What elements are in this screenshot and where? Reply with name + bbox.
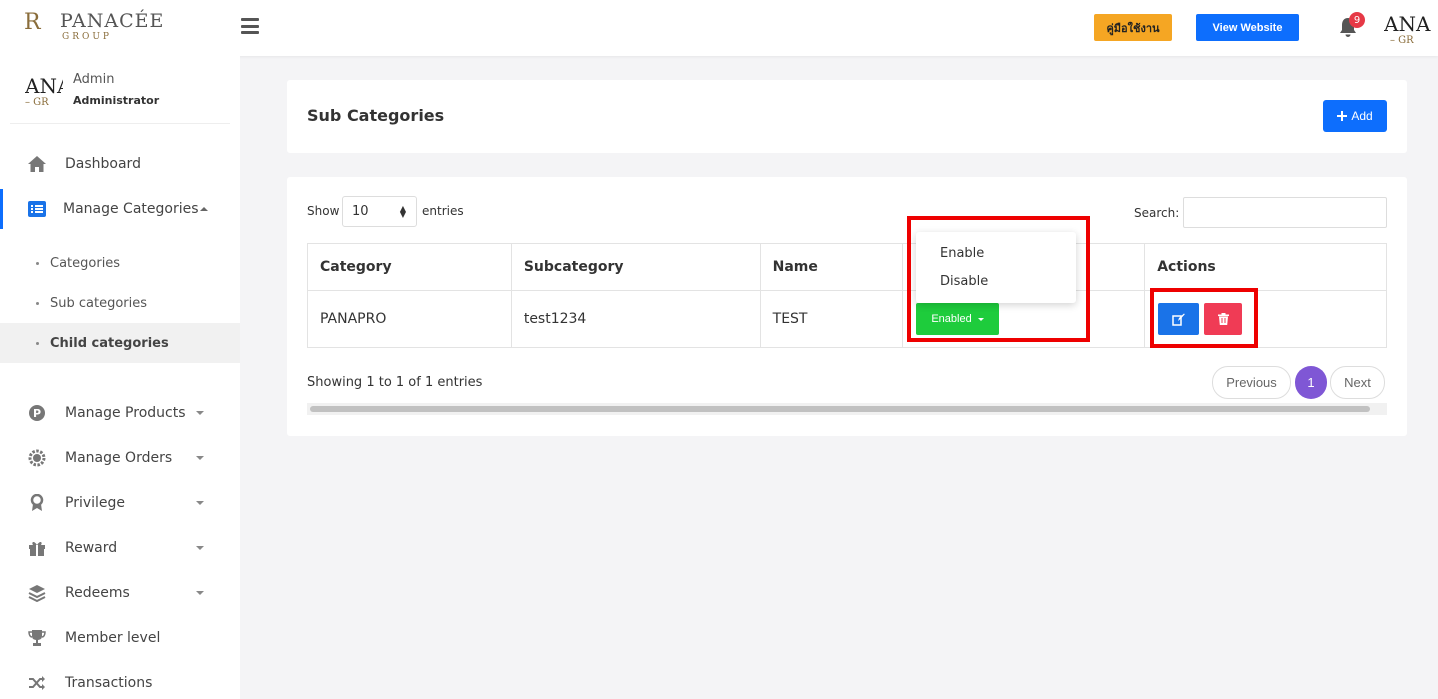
sidebar-item-label: Manage Products: [65, 405, 186, 421]
layers-icon: [27, 584, 47, 602]
column-header-actions[interactable]: Actions: [1144, 243, 1387, 291]
sidebar-subitem-sub-categories[interactable]: Sub categories: [0, 283, 240, 323]
sidebar-subitem-label: Sub categories: [50, 295, 148, 311]
home-icon: [27, 155, 47, 173]
sidebar-item-privilege[interactable]: Privilege: [0, 483, 240, 523]
user-profile: ANA – GR Admin Administrator: [10, 56, 230, 124]
plus-icon: [1337, 111, 1348, 121]
sidebar-item-label: Reward: [65, 540, 118, 556]
svg-text:P: P: [33, 407, 41, 420]
show-label: Show: [307, 204, 340, 218]
sidebar-subitem-categories[interactable]: Categories: [0, 243, 240, 283]
sidebar-item-reward[interactable]: Reward: [0, 528, 240, 568]
sidebar-item-label: Redeems: [65, 585, 130, 601]
pagination-next-button[interactable]: Next: [1330, 366, 1385, 399]
add-button[interactable]: Add: [1323, 100, 1387, 132]
brand-logo[interactable]: R PANACÉE GROUP: [24, 8, 164, 48]
up-down-icon: ▲ ▼: [399, 204, 406, 219]
search-input[interactable]: [1183, 197, 1387, 228]
avatar-sub-text: – GR: [25, 97, 49, 108]
avatar: ANA – GR: [25, 74, 63, 110]
manual-button[interactable]: คู่มือใช้งาน: [1094, 14, 1172, 41]
gift-icon: [27, 539, 47, 557]
sidebar: ANA – GR Admin Administrator Dashboard M…: [0, 56, 240, 699]
sidebar-item-transactions[interactable]: Transactions: [0, 663, 240, 699]
bullet: [36, 301, 39, 305]
horizontal-scrollbar[interactable]: [307, 403, 1387, 415]
add-button-label: Add: [1351, 109, 1373, 123]
chevron-down-icon: [196, 591, 204, 595]
sidebar-item-label: Privilege: [65, 495, 126, 511]
sidebar-subitem-label: Categories: [50, 255, 121, 271]
sidebar-item-label: Dashboard: [65, 156, 141, 172]
chevron-up-icon: [200, 207, 208, 211]
award-icon: [27, 494, 47, 512]
highlight-box-actions: [1150, 288, 1258, 348]
chevron-down-icon: [196, 456, 204, 460]
sidebar-item-dashboard[interactable]: Dashboard: [0, 144, 240, 184]
sidebar-item-label: Transactions: [65, 675, 153, 691]
view-website-button[interactable]: View Website: [1196, 14, 1299, 41]
sidebar-item-label: Manage Categories: [63, 201, 199, 217]
cell-subcategory: test1234: [510, 290, 761, 348]
chevron-down-icon: [196, 501, 204, 505]
bell-icon[interactable]: 9: [1338, 12, 1365, 38]
avatar-text: ANA: [1384, 12, 1431, 36]
sidebar-item-manage-orders[interactable]: Manage Orders: [0, 438, 240, 478]
sidebar-item-manage-products[interactable]: P Manage Products: [0, 393, 240, 433]
list-icon: [27, 200, 47, 218]
page-header-card: Sub Categories Add: [287, 80, 1407, 153]
chevron-down-icon: [196, 411, 204, 415]
menu-toggle-icon[interactable]: [241, 18, 259, 34]
column-header-name[interactable]: Name: [759, 243, 903, 291]
cell-name: TEST: [759, 290, 903, 348]
sidebar-item-label: Member level: [65, 630, 161, 646]
logo-monogram: R: [24, 10, 41, 35]
page-title: Sub Categories: [307, 106, 445, 125]
column-header-category[interactable]: Category: [307, 243, 512, 291]
sidebar-item-member-level[interactable]: Member level: [0, 618, 240, 658]
table-info: Showing 1 to 1 of 1 entries: [307, 375, 483, 390]
table-card: Show 10 ▲ ▼ entries Search: Category Subc…: [287, 177, 1407, 436]
top-bar: R PANACÉE GROUP คู่มือใช้งาน View Websit…: [0, 0, 1438, 56]
shuffle-icon: [27, 674, 47, 692]
sidebar-item-manage-categories[interactable]: Manage Categories: [0, 189, 240, 229]
bullet: [36, 341, 39, 345]
entries-select[interactable]: 10 ▲ ▼: [342, 196, 417, 227]
scrollbar-thumb[interactable]: [310, 406, 1370, 412]
sidebar-item-label: Manage Orders: [65, 450, 173, 466]
chevron-down-icon: [196, 546, 204, 550]
column-header-subcategory[interactable]: Subcategory: [510, 243, 761, 291]
bullet: [36, 261, 39, 265]
table-header-row: Category Subcategory Name Actions: [307, 243, 1387, 291]
trophy-icon: [27, 629, 47, 647]
sidebar-subitem-child-categories[interactable]: Child categories: [0, 323, 240, 363]
sidebar-subitem-label: Child categories: [50, 335, 169, 351]
user-role: Administrator: [73, 94, 160, 107]
p-circle-icon: P: [27, 404, 47, 422]
entries-label: entries: [422, 204, 464, 218]
avatar-text: ANA: [25, 74, 63, 98]
sidebar-item-redeems[interactable]: Redeems: [0, 573, 240, 613]
logo-sub-text: GROUP: [62, 32, 112, 42]
search-label: Search:: [1134, 206, 1180, 220]
gear-badge-icon: [27, 449, 47, 467]
notification-badge: 9: [1349, 12, 1365, 28]
entries-select-value: 10: [352, 204, 369, 219]
pagination-previous-button[interactable]: Previous: [1212, 366, 1291, 399]
pagination-page-1[interactable]: 1: [1295, 366, 1327, 399]
avatar-sub-text: – GR: [1390, 35, 1414, 46]
highlight-box-status: [907, 216, 1090, 342]
cell-category: PANAPRO: [307, 290, 512, 348]
user-name: Admin: [73, 72, 115, 87]
user-avatar[interactable]: ANA – GR: [1384, 10, 1438, 50]
logo-brand-text: PANACÉE: [60, 10, 165, 32]
